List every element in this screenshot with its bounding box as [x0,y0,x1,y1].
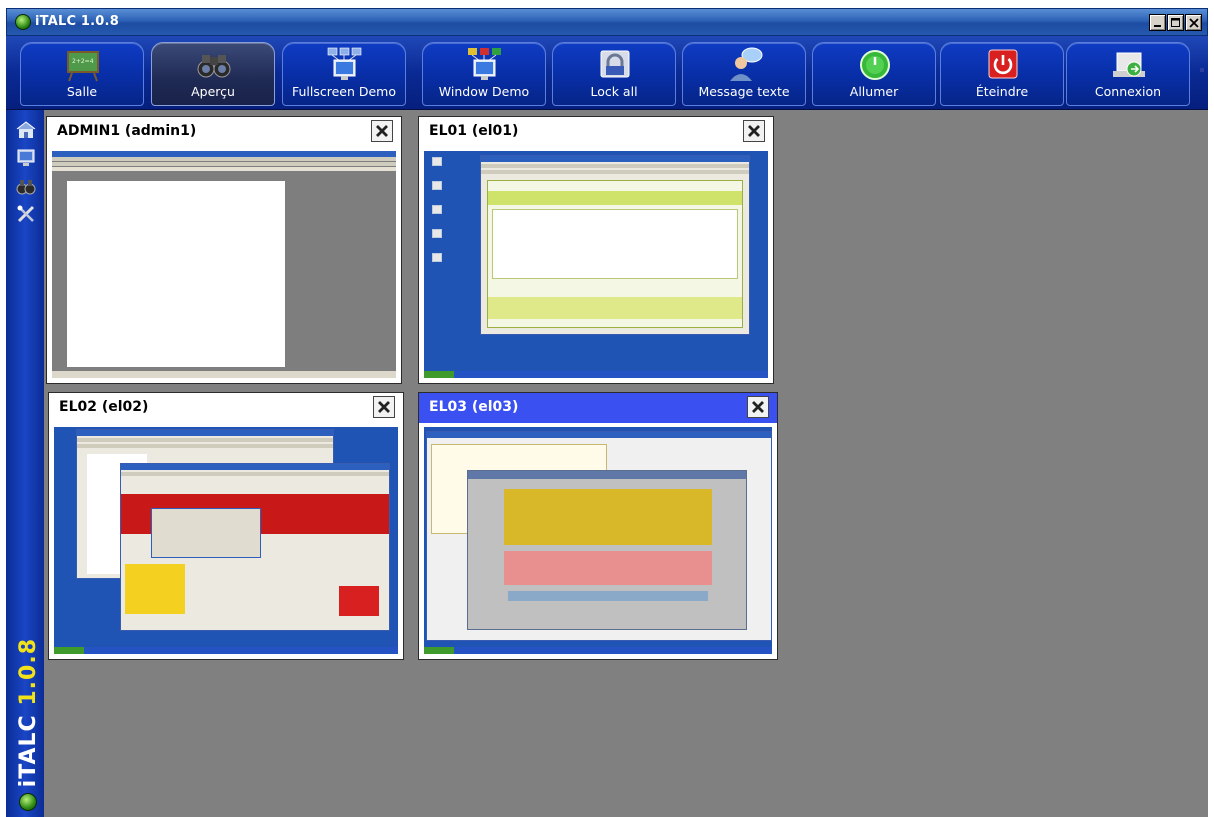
main-toolbar: 2+2=4 Salle Aperçu Fullscreen Demo Windo… [6,36,1208,110]
apercu-label: Aperçu [191,84,235,99]
app-logo-icon [15,14,31,30]
eteindre-label: Éteindre [975,84,1029,99]
message-texte-button[interactable]: Message texte [682,42,806,106]
classroom-icon: 2+2=4 [67,51,99,82]
message-texte-label: Message texte [698,84,790,99]
eteindre-button[interactable]: Éteindre [940,42,1064,106]
connexion-label: Connexion [1094,84,1162,99]
window-title: iTALC 1.0.8 [35,14,119,29]
connexion-button[interactable]: Connexion [1066,42,1190,106]
minimize-button[interactable] [1149,14,1166,31]
power-off-icon [988,49,1018,79]
client-header[interactable]: EL01 (el01) [419,117,773,147]
title-bar: iTALC 1.0.8 [6,8,1208,36]
close-window-button[interactable] [1185,14,1202,31]
client-name: EL03 (el03) [429,399,519,415]
salle-button[interactable]: 2+2=4 Salle [20,42,144,106]
client-name: EL01 (el01) [429,123,519,139]
maximize-button[interactable] [1167,14,1184,31]
client-screen-preview[interactable] [52,151,396,378]
allumer-label: Allumer [849,84,899,99]
svg-text:2+2=4: 2+2=4 [72,58,94,65]
brand-name: iTALC [16,713,41,787]
client-header[interactable]: EL03 (el03) [419,393,777,423]
lock-icon [600,50,630,78]
brand-logo-icon [19,793,37,811]
client-screen-preview[interactable] [54,427,398,654]
window-demo-label: Window Demo [438,84,530,99]
allumer-button[interactable]: Allumer [812,42,936,106]
close-icon[interactable] [371,120,393,142]
monitor-icon[interactable] [16,148,36,168]
tools-icon[interactable] [16,204,36,224]
client-header[interactable]: ADMIN1 (admin1) [47,117,401,147]
lock-all-label: Lock all [590,84,638,99]
fullscreen-demo-label: Fullscreen Demo [291,84,397,99]
client-name: ADMIN1 (admin1) [57,123,197,139]
message-icon [730,47,763,81]
client-window[interactable]: EL03 (el03) [418,392,778,660]
client-workspace: ADMIN1 (admin1) EL01 (el01) EL02 (el02) … [44,110,1208,817]
window-demo-button[interactable]: Window Demo [422,42,546,106]
client-screen-preview[interactable] [424,151,768,378]
client-window[interactable]: EL02 (el02) [48,392,404,660]
power-on-icon [860,50,890,80]
close-icon[interactable] [747,396,769,418]
fullscreen-demo-button[interactable]: Fullscreen Demo [282,42,406,106]
client-header[interactable]: EL02 (el02) [49,393,403,423]
brand-vertical-text: iTALC 1.0.8 [16,638,46,787]
client-window[interactable]: ADMIN1 (admin1) [46,116,402,384]
binoculars-icon[interactable] [16,176,36,196]
close-icon[interactable] [373,396,395,418]
client-window[interactable]: EL01 (el01) [418,116,774,384]
login-icon [1113,52,1145,77]
close-icon[interactable] [743,120,765,142]
salle-label: Salle [66,84,98,99]
binoculars-icon [197,55,231,78]
toolbar-grip [1200,68,1204,72]
sidebar: iTALC 1.0.8 [6,110,44,817]
home-icon[interactable] [16,120,36,140]
fullscreen-demo-icon [327,47,362,80]
apercu-button[interactable]: Aperçu [151,42,275,106]
client-name: EL02 (el02) [59,399,149,415]
lock-all-button[interactable]: Lock all [552,42,676,106]
client-screen-preview[interactable] [424,427,772,654]
window-demo-icon [468,48,501,80]
brand-version: 1.0.8 [16,637,41,706]
